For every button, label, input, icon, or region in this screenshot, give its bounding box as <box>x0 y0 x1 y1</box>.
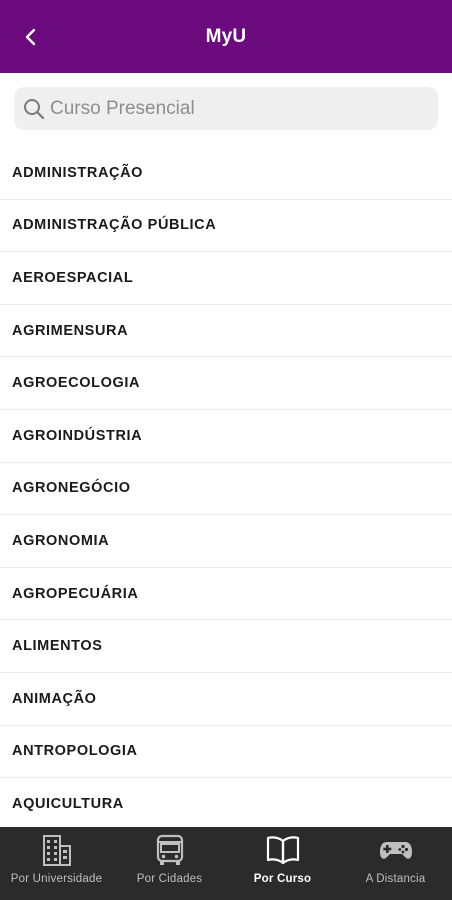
course-label: AGROINDÚSTRIA <box>12 427 143 444</box>
tab-a-distancia[interactable]: A Distancia <box>339 827 452 900</box>
building-icon <box>39 832 75 868</box>
course-item[interactable]: AGRONOMIA <box>0 515 452 568</box>
tab-label: Por Curso <box>253 873 312 885</box>
course-label: ADMINISTRAÇÃO PÚBLICA <box>12 217 217 234</box>
search-input[interactable] <box>50 97 420 120</box>
app-header: MyU <box>0 0 452 73</box>
bus-icon <box>152 832 188 868</box>
course-item[interactable]: AGROINDÚSTRIA <box>0 410 452 463</box>
course-item[interactable]: AGRONEGÓCIO <box>0 463 452 516</box>
course-item[interactable]: AGROPECUÁRIA <box>0 568 452 621</box>
course-label: ADMINISTRAÇÃO <box>12 164 144 181</box>
back-button[interactable] <box>14 20 48 54</box>
course-item[interactable]: ANIMAÇÃO <box>0 673 452 726</box>
search-icon <box>22 97 46 121</box>
course-label: AEROESPACIAL <box>12 269 134 286</box>
tab-por-universidade[interactable]: Por Universidade <box>0 827 113 900</box>
course-label: AQUICULTURA <box>12 795 124 812</box>
course-label: ALIMENTOS <box>12 638 103 655</box>
course-list: ADMINISTRAÇÃO ADMINISTRAÇÃO PÚBLICA AERO… <box>0 147 452 827</box>
course-item[interactable]: ADMINISTRAÇÃO PÚBLICA <box>0 200 452 253</box>
search-bar[interactable] <box>14 87 438 130</box>
course-label: ANIMAÇÃO <box>12 690 97 707</box>
course-label: AGRIMENSURA <box>12 322 129 339</box>
page-title: MyU <box>205 25 247 47</box>
gamepad-icon <box>378 832 414 868</box>
course-item[interactable]: AGRIMENSURA <box>0 305 452 358</box>
tab-label: A Distancia <box>365 873 426 885</box>
course-item[interactable]: AGROECOLOGIA <box>0 357 452 410</box>
course-label: AGROPECUÁRIA <box>12 585 139 602</box>
course-label: ANTROPOLOGIA <box>12 743 138 760</box>
search-bar-container <box>0 73 452 145</box>
course-label: AGROECOLOGIA <box>12 375 141 392</box>
tab-label: Por Cidades <box>136 873 203 885</box>
chevron-left-icon <box>25 28 36 46</box>
course-label: AGRONEGÓCIO <box>12 480 131 497</box>
course-item[interactable]: ALIMENTOS <box>0 620 452 673</box>
book-icon <box>265 832 301 868</box>
bottom-tab-bar: Por Universidade Por Cidades Por Curso A… <box>0 827 452 900</box>
course-item[interactable]: ADMINISTRAÇÃO <box>0 147 452 200</box>
tab-label: Por Universidade <box>10 873 103 885</box>
course-item[interactable]: AQUICULTURA <box>0 778 452 827</box>
course-label: AGRONOMIA <box>12 532 110 549</box>
tab-por-curso[interactable]: Por Curso <box>226 827 339 900</box>
tab-por-cidades[interactable]: Por Cidades <box>113 827 226 900</box>
course-item[interactable]: AEROESPACIAL <box>0 252 452 305</box>
course-item[interactable]: ANTROPOLOGIA <box>0 726 452 779</box>
